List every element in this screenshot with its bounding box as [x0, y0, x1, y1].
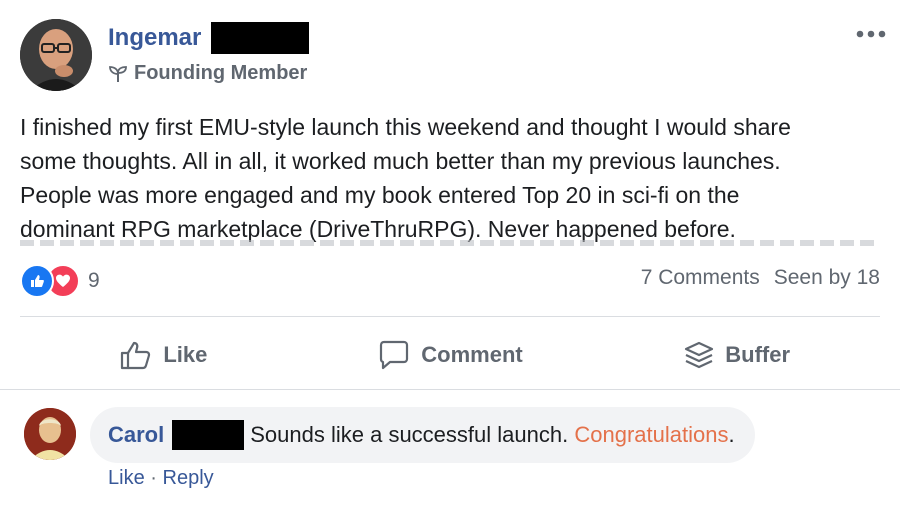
buffer-button-label: Buffer	[725, 342, 791, 367]
comment-text-main: Sounds like a successful launch.	[250, 422, 569, 447]
comments-count-link[interactable]: 7 Comments	[641, 266, 760, 290]
post-author-row: Ingemar	[108, 22, 310, 54]
post-body-line: some thoughts. All in all, it worked muc…	[20, 148, 781, 174]
layers-stack-icon	[685, 341, 714, 369]
comment-text-trailing: .	[728, 422, 735, 447]
sprout-icon	[109, 65, 127, 82]
actions-top-divider	[20, 316, 880, 317]
post-author-avatar[interactable]	[20, 19, 92, 91]
truncated-text-fade	[20, 240, 880, 246]
comment-like-link[interactable]: Like	[108, 467, 145, 489]
post-action-bar: Like Comment Buffer	[20, 328, 880, 382]
commenter-portrait-image	[24, 408, 76, 460]
avatar-portrait-image	[20, 19, 92, 91]
comment-actions-separator: ·	[150, 467, 157, 489]
reactions-summary[interactable]: 9	[20, 264, 100, 298]
member-badge-label: Founding Member	[134, 62, 308, 84]
speech-bubble-icon	[380, 340, 409, 370]
comment-bubble: Carol Sounds like a successful launch. C…	[90, 407, 755, 463]
reaction-count: 9	[88, 269, 100, 292]
thumbs-up-icon	[121, 341, 151, 370]
comments-divider	[0, 389, 900, 390]
post-body: I finished my first EMU-style launch thi…	[20, 110, 880, 246]
buffer-button[interactable]: Buffer	[593, 328, 880, 382]
comment-button-label: Comment	[421, 342, 523, 367]
more-horizontal-icon[interactable]	[856, 26, 886, 44]
member-badge: Founding Member	[108, 62, 307, 85]
post-stats: 7 Comments Seen by 18	[641, 266, 880, 290]
like-button[interactable]: Like	[20, 328, 307, 382]
comment-actions: Like · Reply	[108, 467, 214, 490]
comment-button[interactable]: Comment	[307, 328, 594, 382]
redacted-surname	[172, 420, 245, 450]
seen-by-link[interactable]: Seen by 18	[774, 266, 880, 290]
commenter-name[interactable]: Carol	[108, 422, 164, 448]
like-reaction-icon	[20, 264, 54, 298]
comment-highlighted-word: Congratulations	[574, 422, 729, 447]
commenter-avatar[interactable]	[24, 408, 76, 460]
post-body-line: People was more engaged and my book ente…	[20, 182, 740, 208]
comment-text: Sounds like a successful launch. Congrat…	[250, 422, 734, 448]
comment-reply-link[interactable]: Reply	[163, 467, 214, 489]
like-button-label: Like	[163, 342, 208, 367]
post-body-line: I finished my first EMU-style launch thi…	[20, 114, 791, 140]
redacted-surname	[211, 22, 310, 54]
post-author-name[interactable]: Ingemar	[108, 24, 201, 52]
